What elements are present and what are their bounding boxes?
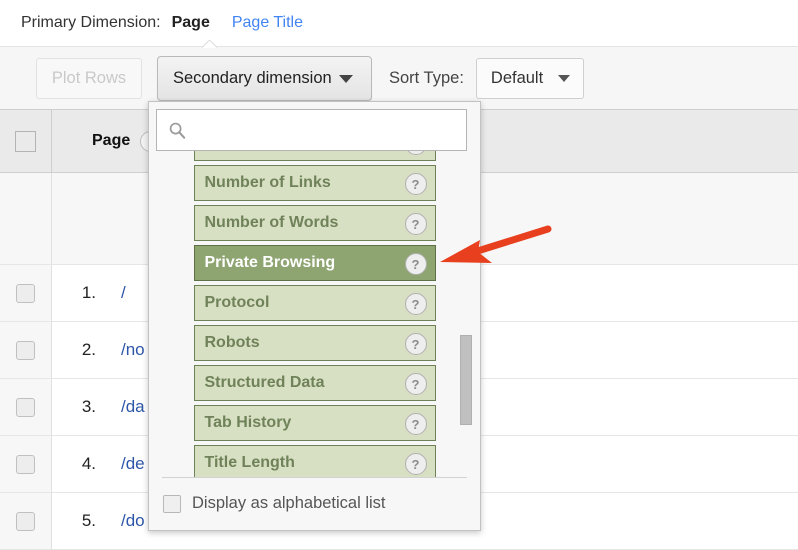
dropdown-option-label: Robots <box>204 334 260 351</box>
search-icon <box>169 122 186 139</box>
dropdown-footer: Display as alphabetical list <box>149 477 480 530</box>
secondary-dimension-label: Secondary dimension <box>173 68 332 87</box>
app-root: Primary Dimension: Page Page Title Plot … <box>0 0 798 550</box>
dropdown-option-label: Number of Links <box>204 174 331 191</box>
dropdown-option-label: Structured Data <box>204 374 325 391</box>
help-circle-icon[interactable]: ? <box>404 413 427 435</box>
summary-check-cell <box>0 173 52 264</box>
primary-dimension-page-title-tab[interactable]: Page Title <box>232 14 303 32</box>
row-page-link[interactable]: /no <box>100 340 145 360</box>
primary-dimension-label: Primary Dimension: <box>21 14 161 31</box>
dropdown-search-input[interactable] <box>195 120 449 140</box>
dropdown-option-label: Private Browsing <box>204 254 336 271</box>
dropdown-option[interactable]: Protocol? <box>193 285 436 321</box>
display-alphabetical-label: Display as alphabetical list <box>192 494 386 512</box>
secondary-dimension-button[interactable]: Secondary dimension <box>157 55 372 101</box>
row-check-cell <box>0 493 52 549</box>
dropdown-option[interactable]: Private Browsing? <box>193 245 436 281</box>
sort-type-label: Sort Type: <box>389 68 464 87</box>
dropdown-option-label: Tab History <box>204 414 292 431</box>
display-alphabetical-checkbox[interactable] <box>163 494 181 513</box>
primary-dimension-page-tab[interactable]: Page <box>172 14 210 32</box>
dropdown-option[interactable]: Tab History? <box>193 405 436 441</box>
row-index: 4. <box>81 454 96 473</box>
row-checkbox[interactable] <box>16 283 35 303</box>
help-circle-icon[interactable]: ? <box>404 293 427 315</box>
dropdown-option-list[interactable]: ?Number of Links?Number of Words?Private… <box>149 148 480 478</box>
dropdown-option[interactable]: Number of Links? <box>193 165 436 201</box>
row-checkbox[interactable] <box>16 511 35 531</box>
plot-rows-button[interactable]: Plot Rows <box>36 57 142 99</box>
row-check-cell <box>0 265 52 321</box>
plot-rows-label: Plot Rows <box>51 68 127 87</box>
select-all-cell <box>0 110 52 172</box>
help-circle-icon[interactable]: ? <box>404 213 427 235</box>
table-toolbar: Plot Rows Secondary dimension Sort Type:… <box>0 47 798 109</box>
dropdown-option[interactable]: Number of Words? <box>193 205 436 241</box>
dropdown-scrollbar[interactable] <box>460 154 472 474</box>
chevron-down-icon <box>339 75 353 83</box>
primary-dimension-bar: Primary Dimension: Page Page Title <box>0 0 798 47</box>
sort-type-value: Default <box>490 68 544 87</box>
row-page-link[interactable]: /de <box>100 454 145 474</box>
dropdown-option-label: Protocol <box>204 294 270 311</box>
dropdown-option[interactable]: Robots? <box>193 325 436 361</box>
help-circle-icon[interactable]: ? <box>404 253 427 275</box>
row-page-link[interactable]: /do <box>100 511 145 531</box>
dropdown-option[interactable]: Structured Data? <box>193 365 436 401</box>
row-page-link[interactable]: / <box>100 283 126 303</box>
active-tab-caret-icon <box>202 40 217 48</box>
dropdown-option-label: Number of Words <box>204 214 339 231</box>
sort-type-select[interactable]: Default <box>475 57 584 99</box>
dropdown-scrollbar-thumb[interactable] <box>460 335 472 425</box>
row-checkbox[interactable] <box>16 340 35 360</box>
row-check-cell <box>0 379 52 435</box>
chevron-down-icon <box>557 75 570 82</box>
help-circle-icon[interactable]: ? <box>404 373 427 395</box>
dropdown-option-label: Title Length <box>204 454 295 471</box>
secondary-dimension-dropdown: ?Number of Links?Number of Words?Private… <box>148 101 481 531</box>
row-page-link[interactable]: /da <box>100 397 145 417</box>
row-checkbox[interactable] <box>16 397 35 417</box>
help-circle-icon[interactable]: ? <box>404 333 427 355</box>
row-index: 3. <box>81 397 96 416</box>
row-index: 5. <box>81 511 96 530</box>
dropdown-option-scroll-inner: ?Number of Links?Number of Words?Private… <box>149 148 480 478</box>
dropdown-option[interactable]: Title Length? <box>193 445 436 478</box>
column-header-page-label: Page <box>92 132 131 149</box>
select-all-checkbox[interactable] <box>15 130 36 152</box>
help-circle-icon[interactable]: ? <box>404 453 427 475</box>
help-circle-icon[interactable]: ? <box>404 173 427 195</box>
row-check-cell <box>0 322 52 378</box>
row-checkbox[interactable] <box>16 454 35 474</box>
row-index: 1. <box>81 283 96 302</box>
dropdown-search-box[interactable] <box>156 109 467 151</box>
row-index: 2. <box>81 340 96 359</box>
row-check-cell <box>0 436 52 492</box>
